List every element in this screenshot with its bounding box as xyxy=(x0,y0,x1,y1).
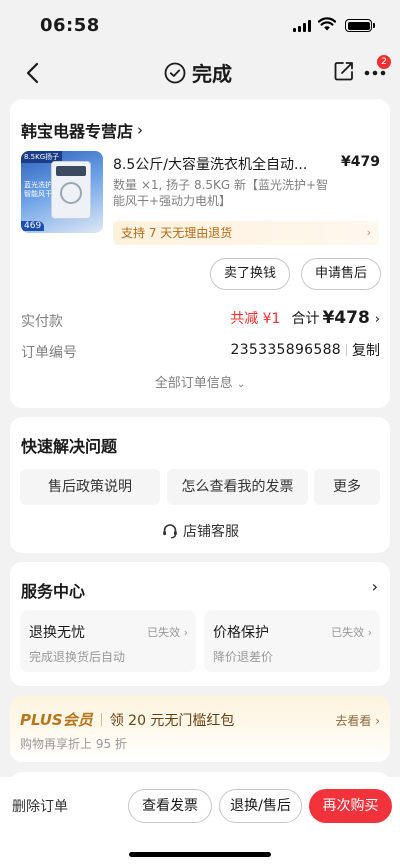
page-title-text: 完成 xyxy=(192,62,232,86)
chevron-right-icon[interactable]: › xyxy=(372,577,378,596)
paid-label: 实付款 xyxy=(21,314,63,330)
check-circle-icon xyxy=(164,62,186,83)
washing-machine-icon xyxy=(51,161,91,219)
customer-service-button[interactable]: 店铺客服 xyxy=(10,521,390,541)
plus-member-card[interactable]: PLUS会员 领 20 元无门槛红包 去看看 › 购物再享折上 95 折 xyxy=(10,696,390,762)
wifi-icon xyxy=(318,17,336,31)
divider xyxy=(100,713,102,726)
service-item-status: 已失效 › xyxy=(147,626,188,639)
order-number-label: 订单编号 xyxy=(21,345,77,361)
return-policy-text: 支持 7 天无理由退货 xyxy=(121,226,233,240)
delete-order-button[interactable]: 删除订单 xyxy=(12,796,68,816)
order-card: 韩宝电器专营店 › 8.5KG扬子 蓝光洗护 智能风干 469 8.5公斤/大容… xyxy=(10,99,390,408)
buy-again-button[interactable]: 再次购买 xyxy=(309,789,392,823)
service-item-name: 价格保护 xyxy=(213,625,269,641)
service-item-price-protect[interactable]: 价格保护 已失效 › 降价退差价 xyxy=(204,610,380,672)
product-image[interactable]: 8.5KG扬子 蓝光洗护 智能风干 469 xyxy=(21,151,103,233)
return-policy-banner[interactable]: 支持 7 天无理由退货 › xyxy=(113,221,379,245)
order-number-row: 235335896588 复制 xyxy=(231,340,381,360)
copy-button[interactable]: 复制 xyxy=(352,340,380,360)
apply-aftersale-button[interactable]: 申请售后 xyxy=(301,258,381,290)
battery-icon xyxy=(345,19,375,32)
back-icon[interactable] xyxy=(20,60,46,86)
quick-help-card: 快速解决问题 售后政策说明 怎么查看我的发票 更多 店铺客服 xyxy=(10,417,390,553)
view-invoice-button[interactable]: 查看发票 xyxy=(128,789,212,823)
nav-bar: 完成 xyxy=(0,52,400,92)
total-amount: ¥478 xyxy=(322,308,370,328)
quick-help-title: 快速解决问题 xyxy=(21,437,118,456)
page-title: 完成 xyxy=(164,58,232,87)
share-icon[interactable] xyxy=(333,60,355,82)
service-item-desc: 完成退换货后自动 xyxy=(29,650,126,664)
service-center-title: 服务中心 xyxy=(21,582,86,601)
shop-name: 韩宝电器专营店 xyxy=(21,122,134,141)
notification-badge: 2 xyxy=(377,55,391,69)
payment-summary[interactable]: 共减 ¥1 合计 ¥478 › xyxy=(230,308,380,328)
chevron-right-icon: › xyxy=(366,226,371,239)
discount-amount: 共减 ¥1 xyxy=(230,311,281,327)
return-aftersale-button[interactable]: 退换/售后 xyxy=(219,789,302,823)
plus-row: PLUS会员 领 20 元无门槛红包 xyxy=(20,709,234,730)
status-time: 06:58 xyxy=(40,15,100,36)
more-chip[interactable]: 更多 xyxy=(314,469,380,505)
resell-button[interactable]: 卖了换钱 xyxy=(210,258,290,290)
service-item-name: 退换无忧 xyxy=(29,625,85,641)
status-bar: 06:58 xyxy=(0,0,400,52)
chevron-right-icon: › xyxy=(137,121,144,139)
plus-logo: PLUS会员 xyxy=(20,711,93,729)
chevron-right-icon: › xyxy=(374,312,380,327)
order-number: 235335896588 xyxy=(230,342,341,358)
view-invoice-chip[interactable]: 怎么查看我的发票 xyxy=(167,469,308,505)
chevron-down-icon: ⌄ xyxy=(236,379,246,390)
service-item-status: 已失效 › xyxy=(331,626,372,639)
plus-subtitle: 购物再享折上 95 折 xyxy=(20,737,127,751)
service-center-card: 服务中心 › 退换无忧 已失效 › 完成退换货后自动 价格保护 已失效 › 降价… xyxy=(10,562,390,686)
shop-link[interactable]: 韩宝电器专营店 › xyxy=(21,118,143,142)
aftersale-policy-chip[interactable]: 售后政策说明 xyxy=(20,469,160,505)
plus-offer: 领 20 元无门槛红包 xyxy=(109,712,235,729)
home-indicator xyxy=(129,852,271,857)
service-item-return-worry-free[interactable]: 退换无忧 已失效 › 完成退换货后自动 xyxy=(20,610,196,672)
customer-service-icon xyxy=(163,524,177,539)
service-item-desc: 降价退差价 xyxy=(213,650,274,664)
total-label: 合计 xyxy=(291,311,320,327)
product-spec: 数量 ×1, 扬子 8.5KG 新【蓝光洗护+智能风干+强动力电机】 xyxy=(113,178,329,208)
customer-service-label: 店铺客服 xyxy=(183,524,239,540)
bottom-action-bar: 删除订单 查看发票 退换/售后 再次购买 xyxy=(0,777,400,865)
cellular-signal-icon xyxy=(293,20,311,32)
product-price: ¥479 xyxy=(341,154,380,170)
product-image-price: 469 xyxy=(21,221,45,231)
divider xyxy=(346,344,347,356)
product-image-caption: 蓝光洗护 智能风干 xyxy=(24,181,52,198)
all-order-info-label: 全部订单信息 xyxy=(154,376,233,391)
product-title[interactable]: 8.5公斤/大容量洗衣机全自动... xyxy=(113,154,333,174)
all-order-info-toggle[interactable]: 全部订单信息 ⌄ xyxy=(10,372,390,391)
plus-go-link[interactable]: 去看看 › xyxy=(335,712,380,729)
